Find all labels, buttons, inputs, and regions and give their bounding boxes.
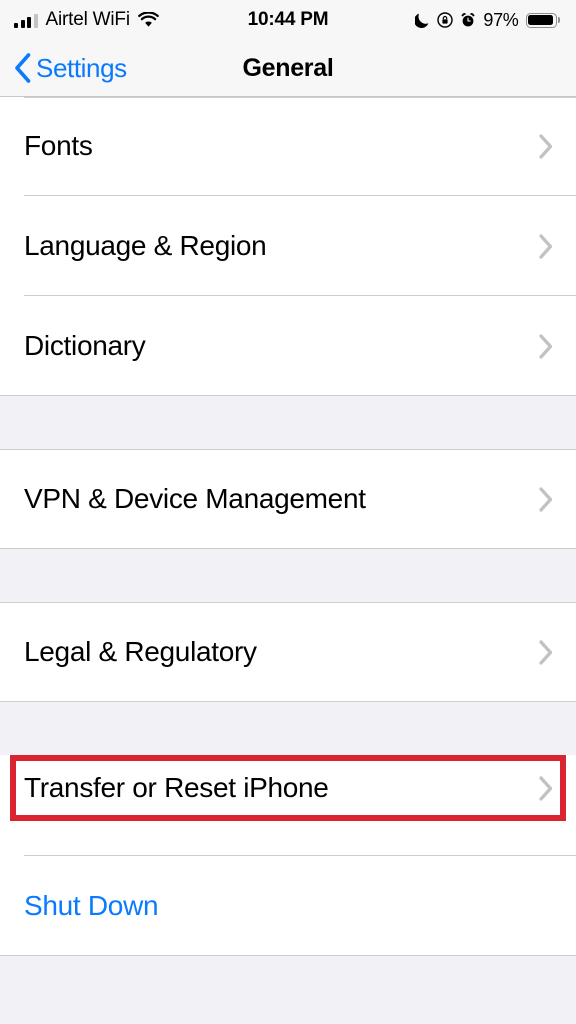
settings-row-vpn-device-management[interactable]: VPN & Device Management [0,449,576,549]
settings-group-1: Fonts Language & Region Dictionary [0,97,576,396]
moon-icon [415,12,430,28]
chevron-right-icon [538,486,554,513]
row-separator-top [0,449,576,450]
row-separator [0,701,576,702]
settings-row-label: Shut Down [24,889,159,921]
settings-group-3: Legal & Regulatory [0,602,576,702]
settings-row-shut-down[interactable]: Shut Down [0,856,576,956]
chevron-right-icon [538,233,554,260]
cellular-signal-icon [14,13,38,28]
page-title: General [242,53,334,82]
settings-row-label: Dictionary [24,329,146,361]
row-separator-top [24,97,576,98]
settings-row-dictionary[interactable]: Dictionary [0,296,576,396]
group-spacer [0,702,576,755]
rotation-lock-icon [437,12,454,28]
row-spacer-below-highlight [0,821,576,856]
row-separator [0,955,576,956]
chevron-right-icon [538,639,554,666]
highlighted-row-container: Transfer or Reset iPhone [0,755,576,821]
chevron-left-icon [13,52,32,84]
group-spacer [0,396,576,449]
row-separator [0,395,576,396]
settings-row-label: Language & Region [24,229,267,261]
settings-list[interactable]: Fonts Language & Region Dictionary VPN &… [0,97,576,1024]
clock-label: 10:44 PM [247,9,329,30]
settings-row-label: VPN & Device Management [24,482,366,514]
chevron-right-icon [538,333,554,360]
alarm-clock-icon [460,12,476,28]
settings-row-label: Fonts [24,130,93,162]
row-separator [0,548,576,549]
status-bar-right: 97% [415,10,560,31]
back-button-label: Settings [36,53,127,83]
back-button[interactable]: Settings [0,52,127,84]
settings-row-language-region[interactable]: Language & Region [0,196,576,296]
chevron-right-icon [538,133,554,160]
settings-row-legal-regulatory[interactable]: Legal & Regulatory [0,602,576,702]
settings-group-4: Transfer or Reset iPhone Shut Down [0,755,576,956]
navigation-bar: Settings General [0,40,576,97]
status-bar: Airtel WiFi 10:44 PM 97% [0,0,576,40]
iphone-settings-screen: Airtel WiFi 10:44 PM 97% Settings Genera… [0,0,576,1024]
carrier-label: Airtel WiFi [45,9,131,30]
group-spacer [0,549,576,602]
chevron-right-icon [538,775,554,802]
wifi-icon [138,12,159,28]
battery-icon [525,12,560,28]
settings-row-label: Transfer or Reset iPhone [24,771,329,803]
settings-row-transfer-or-reset-iphone[interactable]: Transfer or Reset iPhone [0,755,576,821]
settings-row-fonts[interactable]: Fonts [0,97,576,196]
battery-percentage-label: 97% [483,9,519,30]
row-separator-top [0,602,576,603]
settings-row-label: Legal & Regulatory [24,635,257,667]
list-bottom-spacer [0,956,576,1024]
settings-group-2: VPN & Device Management [0,449,576,549]
status-bar-left: Airtel WiFi [14,9,159,31]
